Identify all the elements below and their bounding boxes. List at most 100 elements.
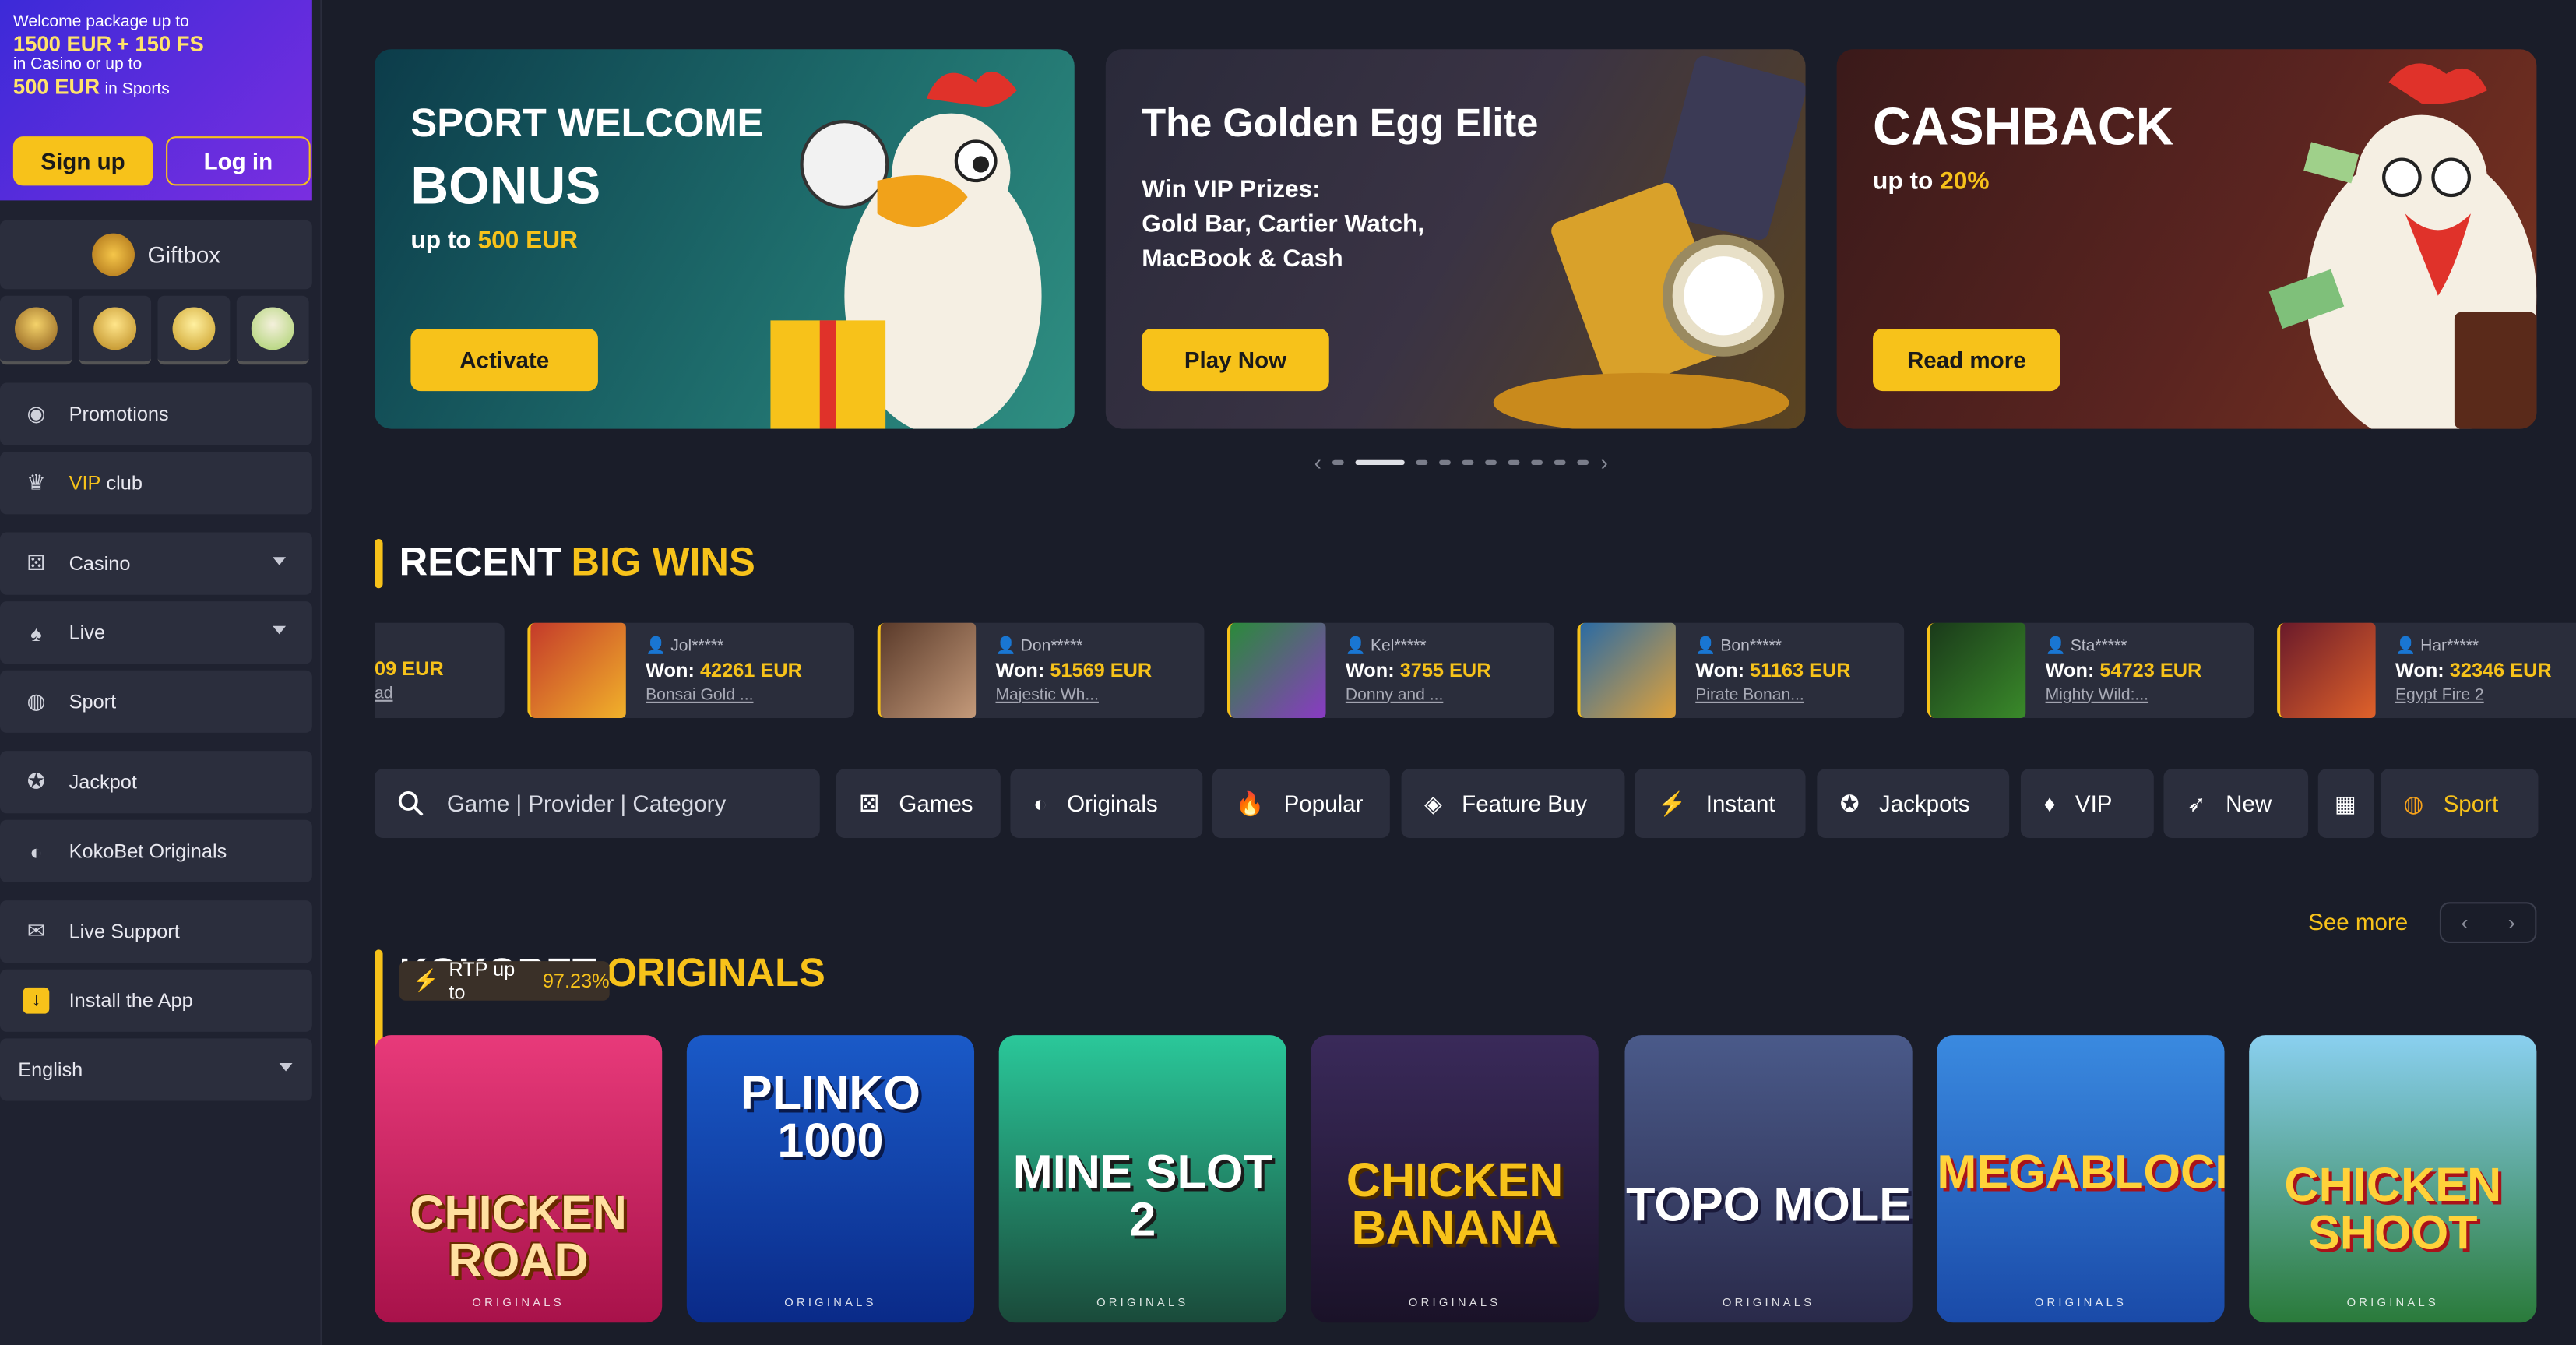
crown-icon: ♛ — [26, 470, 46, 495]
activate-button[interactable]: Activate — [410, 328, 598, 392]
carousel-dot[interactable] — [1462, 459, 1475, 466]
see-more-link[interactable]: See more — [2308, 909, 2408, 935]
game-link[interactable]: Donny and ... — [1346, 686, 1491, 704]
win-card[interactable]: 👤 Kel***** Won: 3755 EUR Donny and ... — [1226, 622, 1554, 718]
category-jackpots[interactable]: ✪ Jackpots — [1817, 769, 2010, 838]
category-partial[interactable]: ▦ — [2317, 769, 2374, 838]
banner-golden-egg-elite[interactable]: The Golden Egg Elite Win VIP Prizes: Gol… — [1105, 49, 1806, 429]
search-icon — [398, 791, 424, 816]
banner-subtitle: up to 20% — [1873, 167, 1990, 196]
sidebar-item-kokobet-originals[interactable]: ◐ KokoBet Originals — [0, 819, 312, 882]
recent-big-wins-title: RECENT BIG WINS — [375, 538, 755, 589]
sidebar-item-promotions[interactable]: ◉ Promotions — [0, 382, 312, 445]
winner-user: 👤 Bon***** — [1695, 636, 1782, 655]
signup-button[interactable]: Sign up — [12, 136, 153, 186]
carousel-dot[interactable] — [1439, 459, 1452, 466]
game-tile-chicken-road[interactable]: CHICKEN ROAD ORIGINALS — [375, 1035, 663, 1323]
game-link[interactable]: Mighty Wild:... — [2046, 686, 2202, 704]
category-instant[interactable]: ⚡ Instant — [1635, 769, 1806, 838]
welcome-sports-line: in Sports — [104, 80, 170, 99]
tag-icon: ◈ — [1424, 789, 1442, 816]
sidebar-item-vip-club[interactable]: ♛ VIP club — [0, 452, 312, 515]
game-link[interactable]: Majestic Wh... — [995, 686, 1152, 704]
win-card[interactable]: 👤 Don***** Won: 51569 EUR Majestic Wh... — [877, 622, 1205, 718]
game-title: TOPO MOLE — [1626, 1179, 1912, 1233]
sidebar-item-live[interactable]: ♠ Live — [0, 601, 312, 664]
win-card[interactable]: 👤 Jol***** Won: 42261 EUR Bonsai Gold ..… — [527, 622, 855, 718]
carousel-dot[interactable] — [1416, 459, 1429, 466]
gift-egg-icon[interactable] — [236, 295, 309, 365]
win-card[interactable]: 👤 Har***** Won: 32346 EUR Egypt Fire 2 — [2277, 622, 2576, 718]
sidebar-item-casino[interactable]: ⚄ Casino — [0, 532, 312, 595]
game-thumbnail — [2280, 622, 2376, 718]
gift-golden-egg-icon[interactable] — [157, 295, 231, 365]
gift-nest-icon[interactable] — [0, 295, 72, 365]
language-select[interactable]: English — [0, 1038, 312, 1101]
sidebar-item-jackpot[interactable]: ✪ Jackpot — [0, 751, 312, 814]
game-link[interactable]: Bonsai Gold ... — [646, 686, 802, 704]
welcome-casino-amount: 1500 EUR — [12, 31, 112, 56]
game-link[interactable]: Egypt Fire 2 — [2395, 686, 2552, 704]
originals-tag: ORIGINALS — [2346, 1297, 2439, 1310]
chevron-down-icon[interactable] — [273, 557, 287, 565]
carousel-dot[interactable] — [1485, 459, 1497, 466]
chevron-left-icon[interactable]: ‹ — [2461, 910, 2468, 935]
game-thumbnail — [530, 622, 626, 718]
win-card-partial[interactable]: 09 EUR ad — [375, 622, 505, 718]
category-popular[interactable]: 🔥 Popular — [1212, 769, 1390, 838]
read-more-button[interactable]: Read more — [1873, 328, 2060, 392]
carousel-pagination: ‹ › — [1314, 450, 1608, 475]
banner-cashback[interactable]: CASHBACK up to 20% Read more — [1836, 49, 2537, 429]
game-tile-megablock[interactable]: MEGABLOCK ORIGINALS — [1937, 1035, 2225, 1323]
game-title: CHICKEN SHOOT — [2284, 1160, 2502, 1261]
play-now-button[interactable]: Play Now — [1142, 328, 1329, 392]
rocket-icon: ➶ — [2187, 789, 2206, 816]
winner-user: 👤 Jol***** — [646, 636, 724, 655]
game-link[interactable]: Pirate Bonan... — [1695, 686, 1850, 704]
title-accent-bar — [375, 538, 383, 589]
language-label: English — [18, 1058, 83, 1082]
login-button[interactable]: Log in — [166, 136, 311, 186]
carousel-dot[interactable] — [1508, 459, 1521, 466]
sidebar-item-install-app[interactable]: ↓ Install the App — [0, 969, 312, 1032]
category-games[interactable]: ⚄ Games — [836, 769, 1001, 838]
chevron-down-icon[interactable] — [273, 625, 287, 635]
sidebar-item-label: KokoBet Originals — [69, 840, 227, 863]
chevron-right-icon[interactable]: › — [2508, 910, 2515, 935]
lightning-icon: ⚡ — [1657, 789, 1687, 816]
category-sport[interactable]: ◍ Sport — [2380, 769, 2539, 838]
win-card[interactable]: 👤 Sta***** Won: 54723 EUR Mighty Wild:..… — [1927, 622, 2254, 718]
category-vip[interactable]: ♦ VIP — [2020, 769, 2154, 838]
banner-sport-welcome-bonus[interactable]: SPORT WELCOME BONUS up to 500 EUR Activat… — [375, 49, 1075, 429]
search-box[interactable] — [375, 769, 820, 838]
category-originals[interactable]: ◐ Originals — [1010, 769, 1203, 838]
chevron-right-icon[interactable]: › — [1601, 450, 1608, 475]
category-feature-buy[interactable]: ◈ Feature Buy — [1401, 769, 1625, 838]
sidebar-item-label-vip: VIP — [69, 471, 101, 495]
chevron-left-icon[interactable]: ‹ — [1314, 450, 1321, 475]
originals-tag: ORIGINALS — [472, 1297, 565, 1310]
sidebar-item-label: Jackpot — [69, 770, 137, 794]
welcome-package-banner[interactable]: Welcome package up to 1500 EUR + 150 FS i… — [0, 0, 312, 201]
live-icon: ♠ — [30, 620, 42, 646]
game-tile-topo-mole[interactable]: TOPO MOLE ORIGINALS — [1624, 1035, 1913, 1323]
win-card[interactable]: 👤 Bon***** Won: 51163 EUR Pirate Bonan..… — [1577, 622, 1905, 718]
game-tile-plinko[interactable]: PLINKO 1000 ORIGINALS — [686, 1035, 975, 1323]
game-tile-mine-slot[interactable]: MINE SLOT 2 ORIGINALS — [998, 1035, 1286, 1323]
carousel-dot[interactable] — [1578, 459, 1589, 466]
chevron-down-icon[interactable] — [279, 1062, 293, 1072]
category-new[interactable]: ➶ New — [2163, 769, 2309, 838]
giftbox-button[interactable]: Giftbox — [0, 220, 312, 290]
carousel-dot[interactable] — [1531, 459, 1543, 466]
search-input[interactable] — [446, 790, 776, 817]
sidebar-item-sport[interactable]: ◍ Sport — [0, 670, 312, 733]
carousel-dot[interactable] — [1332, 459, 1345, 466]
rooster-cash-illustration — [2268, 63, 2537, 429]
gift-trophy-icon[interactable] — [79, 295, 152, 365]
game-title: PLINKO 1000 — [740, 1068, 921, 1168]
game-tile-chicken-banana[interactable]: CHICKEN BANANA ORIGINALS — [1311, 1035, 1599, 1323]
carousel-dot[interactable] — [1554, 459, 1567, 466]
sidebar-item-live-support[interactable]: ✉ Live Support — [0, 900, 312, 963]
game-tile-chicken-shoot[interactable]: CHICKEN SHOOT ORIGINALS — [2249, 1035, 2537, 1323]
carousel-dot-active[interactable] — [1356, 459, 1406, 466]
